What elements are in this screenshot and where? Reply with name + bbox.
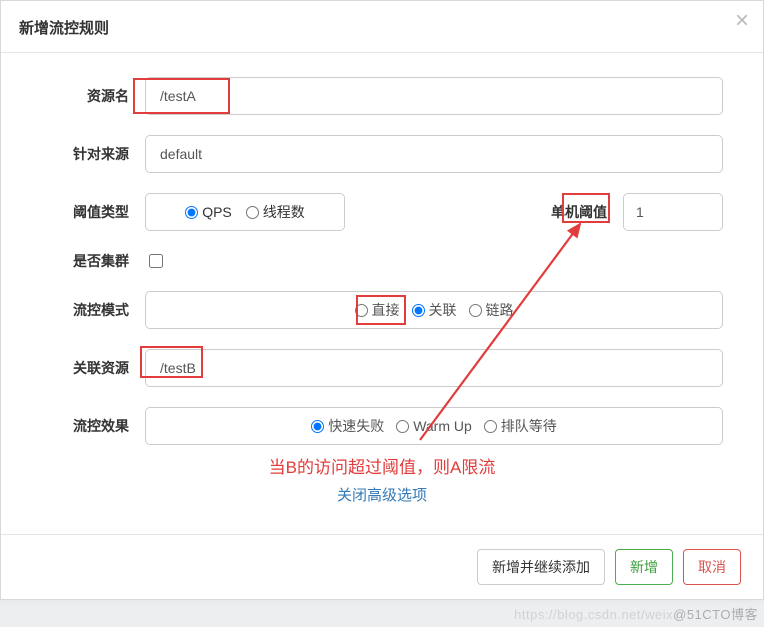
single-threshold-input[interactable]	[634, 203, 712, 221]
radio-fail-fast-label: 快速失败	[328, 416, 384, 436]
watermark-text: @51CTO博客	[673, 607, 758, 622]
row-flow-mode: 流控模式 直接 关联 链路	[41, 291, 723, 329]
radio-chain-input[interactable]	[469, 304, 482, 317]
radio-direct-input[interactable]	[355, 304, 368, 317]
flow-effect-box: 快速失败 Warm Up 排队等待	[145, 407, 723, 445]
radio-relate-label: 关联	[429, 300, 457, 320]
watermark: https://blog.csdn.net/weix@51CTO博客	[514, 604, 758, 623]
cancel-button[interactable]: 取消	[683, 549, 741, 585]
modal-footer: 新增并继续添加 新增 取消	[1, 534, 763, 599]
threshold-type-box: QPS 线程数	[145, 193, 345, 231]
ref-resource-box	[145, 349, 723, 387]
row-threshold: 阈值类型 QPS 线程数 单机阈值	[41, 193, 723, 231]
limit-app-input[interactable]	[158, 145, 710, 163]
radio-queue[interactable]: 排队等待	[484, 416, 557, 436]
close-icon[interactable]: ×	[735, 9, 749, 33]
resource-field-wrap	[145, 77, 723, 115]
add-button[interactable]: 新增	[615, 549, 673, 585]
row-ref-resource: 关联资源	[41, 349, 723, 387]
radio-relate[interactable]: 关联	[412, 300, 457, 320]
radio-threads-input[interactable]	[246, 206, 259, 219]
label-ref-resource: 关联资源	[41, 358, 129, 378]
cluster-checkbox[interactable]	[149, 254, 163, 268]
radio-queue-input[interactable]	[484, 420, 497, 433]
radio-direct-label: 直接	[372, 300, 400, 320]
add-and-continue-button[interactable]: 新增并继续添加	[477, 549, 605, 585]
radio-queue-label: 排队等待	[501, 416, 557, 436]
radio-qps-input[interactable]	[185, 206, 198, 219]
watermark-faint: https://blog.csdn.net/weix	[514, 607, 673, 622]
modal-header: 新增流控规则 ×	[1, 1, 763, 53]
row-resource: 资源名	[41, 77, 723, 115]
radio-warm-up-input[interactable]	[396, 420, 409, 433]
radio-warm-up[interactable]: Warm Up	[396, 418, 472, 434]
radio-fail-fast-input[interactable]	[311, 420, 324, 433]
radio-qps-label: QPS	[202, 204, 232, 220]
label-flow-effect: 流控效果	[41, 416, 129, 436]
label-single-threshold: 单机阈值	[551, 202, 607, 222]
modal-dialog: 新增流控规则 × 资源名 针对来源 阈值类型 QPS	[0, 0, 764, 600]
row-flow-effect: 流控效果 快速失败 Warm Up 排队等待	[41, 407, 723, 445]
label-flow-mode: 流控模式	[41, 300, 129, 320]
ref-resource-input[interactable]	[158, 359, 710, 377]
modal-title: 新增流控规则	[19, 20, 109, 37]
flow-mode-box: 直接 关联 链路	[145, 291, 723, 329]
label-limit-app: 针对来源	[41, 144, 129, 164]
radio-threads[interactable]: 线程数	[246, 202, 305, 222]
radio-chain[interactable]: 链路	[469, 300, 514, 320]
label-resource: 资源名	[41, 86, 129, 106]
radio-fail-fast[interactable]: 快速失败	[311, 416, 384, 436]
radio-warm-up-label: Warm Up	[413, 418, 472, 434]
row-limit-app: 针对来源	[41, 135, 723, 173]
resource-input[interactable]	[158, 87, 710, 105]
radio-qps[interactable]: QPS	[185, 204, 232, 220]
label-threshold-type: 阈值类型	[41, 202, 129, 222]
radio-threads-label: 线程数	[263, 202, 305, 222]
radio-relate-input[interactable]	[412, 304, 425, 317]
row-cluster: 是否集群	[41, 251, 723, 271]
radio-direct[interactable]: 直接	[355, 300, 400, 320]
collapse-advanced-link[interactable]: 关闭高级选项	[41, 484, 723, 505]
limit-app-field-wrap	[145, 135, 723, 173]
single-threshold-box	[623, 193, 723, 231]
annotation-note: 当B的访问超过阈值，则A限流	[41, 453, 723, 478]
label-cluster: 是否集群	[41, 251, 129, 271]
modal-body: 资源名 针对来源 阈值类型 QPS	[1, 53, 763, 527]
radio-chain-label: 链路	[486, 300, 514, 320]
